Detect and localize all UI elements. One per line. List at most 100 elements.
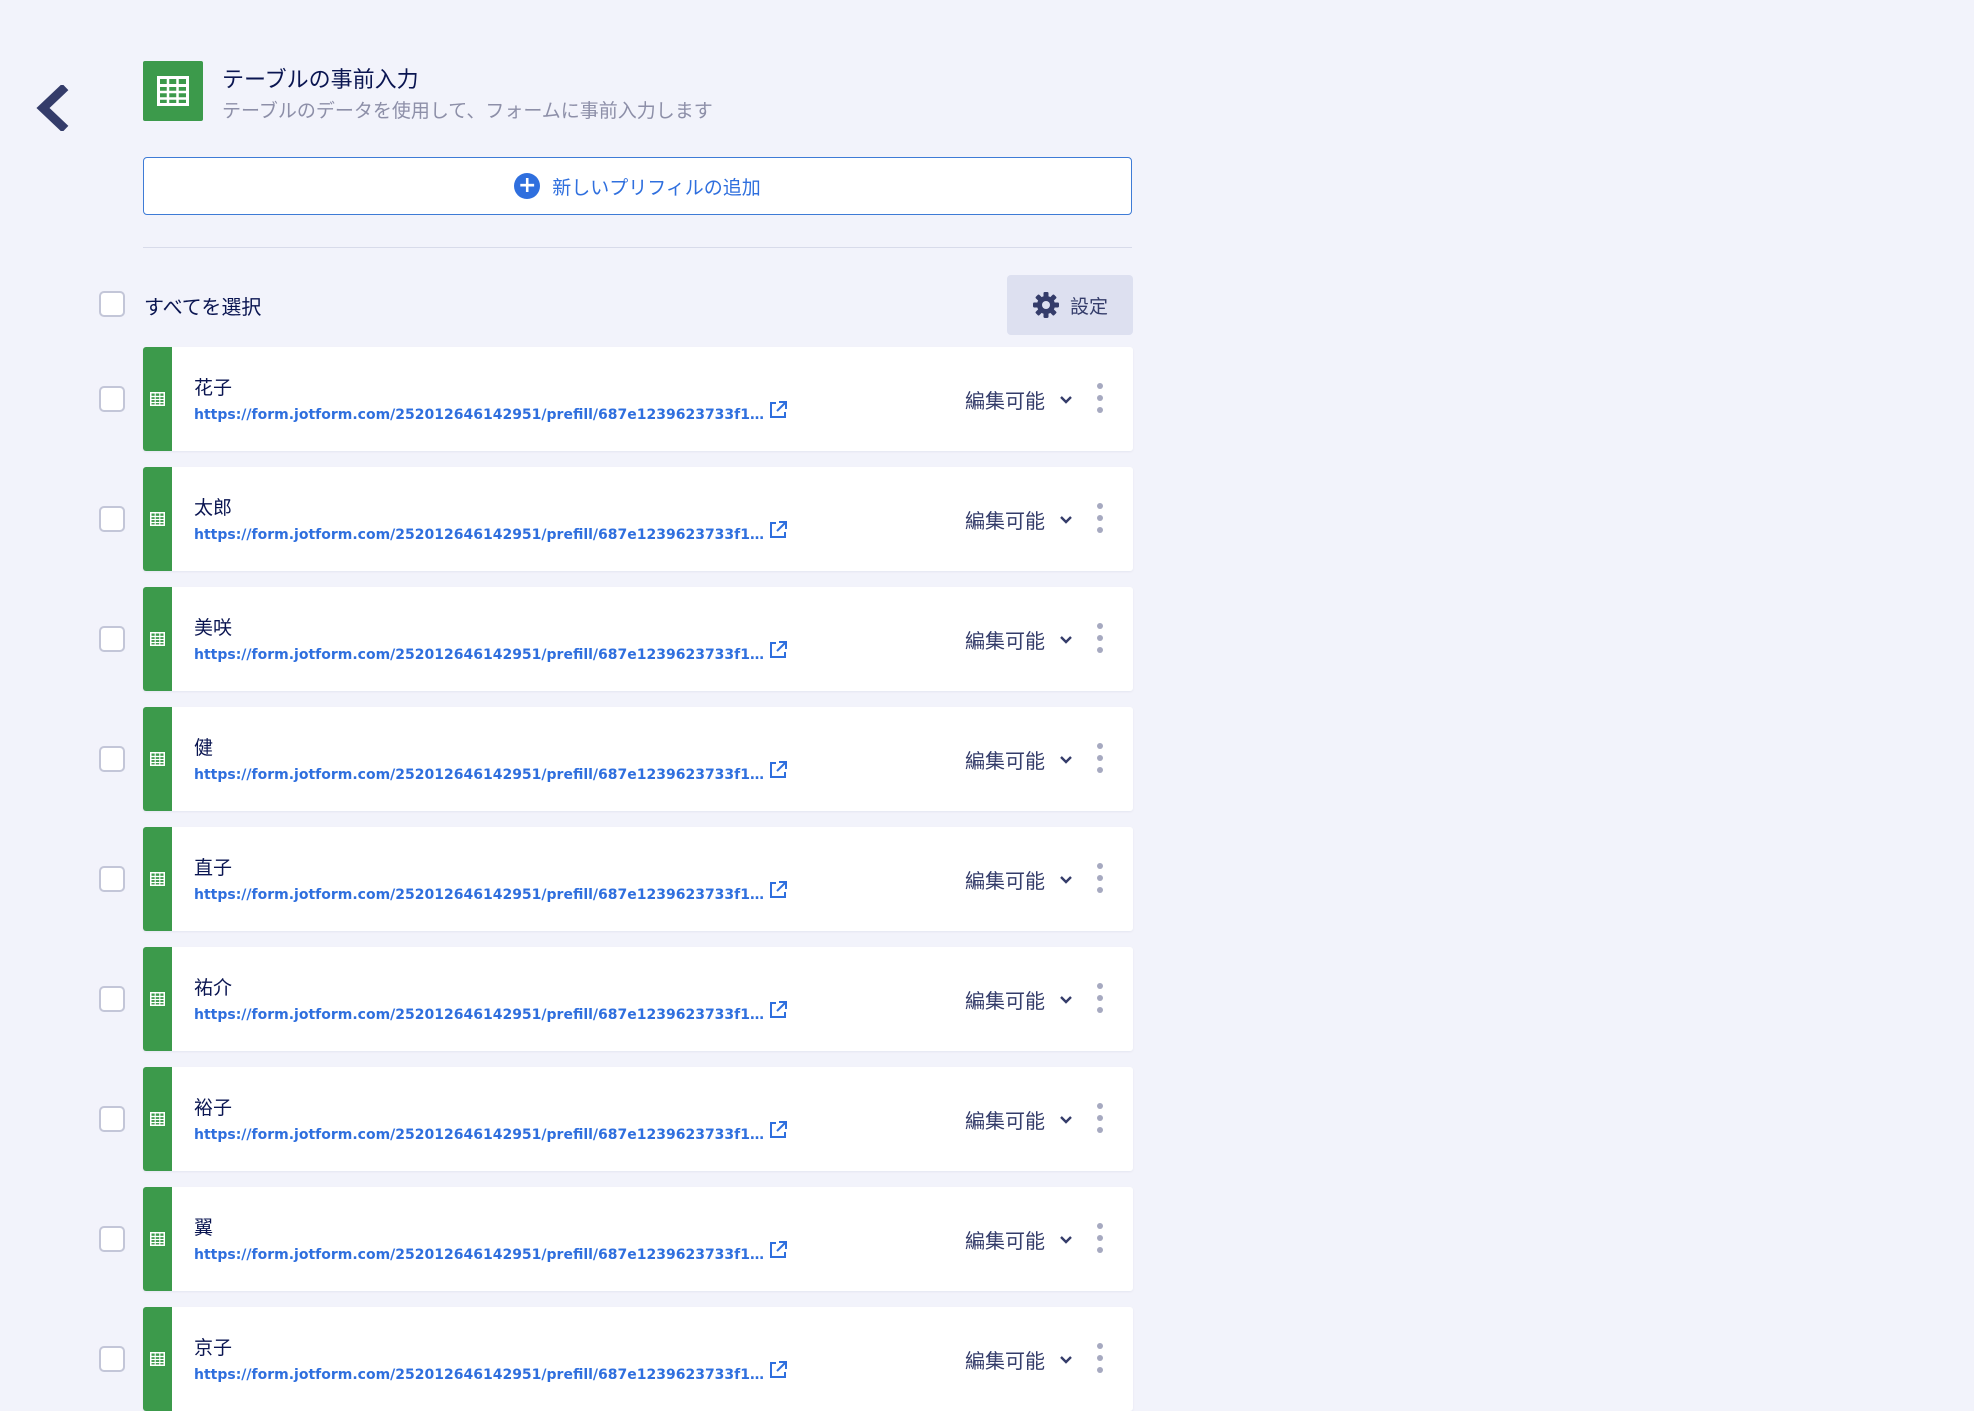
chevron-down-icon (1060, 995, 1072, 1004)
row-checkbox[interactable] (99, 986, 125, 1012)
more-options-icon[interactable] (1093, 863, 1107, 893)
permission-dropdown[interactable]: 編集可能 (965, 385, 1073, 414)
select-all-checkbox[interactable] (99, 291, 125, 317)
row-checkbox[interactable] (99, 746, 125, 772)
prefill-url-link[interactable]: https://form.jotform.com/252012646142951… (194, 647, 768, 663)
prefill-url-link[interactable]: https://form.jotform.com/252012646142951… (194, 527, 768, 543)
prefill-name: 太郎 (194, 497, 233, 519)
external-link-icon[interactable] (767, 759, 789, 781)
prefill-name: 直子 (194, 857, 233, 879)
row-checkbox[interactable] (99, 506, 125, 532)
permission-dropdown[interactable]: 編集可能 (965, 625, 1073, 654)
prefill-url-link[interactable]: https://form.jotform.com/252012646142951… (194, 1007, 768, 1023)
prefill-row[interactable]: 裕子 https://form.jotform.com/252012646142… (143, 1067, 1133, 1171)
prefill-row[interactable]: 美咲 https://form.jotform.com/252012646142… (143, 587, 1133, 691)
permission-dropdown[interactable]: 編集可能 (965, 745, 1073, 774)
page-subtitle: テーブルのデータを使用して、フォームに事前入力します (222, 100, 713, 122)
row-checkbox[interactable] (99, 1226, 125, 1252)
table-icon (143, 1307, 172, 1411)
external-link-icon[interactable] (767, 519, 789, 541)
settings-label: 設定 (1069, 295, 1108, 318)
row-checkbox[interactable] (99, 386, 125, 412)
add-prefill-button[interactable]: + 新しいプリフィルの追加 (143, 157, 1132, 215)
external-link-icon[interactable] (767, 1119, 789, 1141)
prefill-name: 美咲 (194, 617, 233, 639)
table-icon (143, 707, 172, 811)
table-icon (143, 827, 172, 931)
external-link-icon[interactable] (767, 999, 789, 1021)
more-options-icon[interactable] (1093, 383, 1107, 413)
external-link-icon[interactable] (767, 1239, 789, 1261)
prefill-name: 健 (194, 737, 214, 759)
chevron-down-icon (1060, 635, 1072, 644)
prefill-url-link[interactable]: https://form.jotform.com/252012646142951… (194, 887, 768, 903)
table-icon (143, 347, 172, 451)
chevron-down-icon (1060, 515, 1072, 524)
permission-dropdown[interactable]: 編集可能 (965, 865, 1073, 894)
permission-dropdown[interactable]: 編集可能 (965, 1345, 1073, 1374)
prefill-name: 京子 (194, 1337, 233, 1359)
permission-dropdown[interactable]: 編集可能 (965, 985, 1073, 1014)
prefill-url-link[interactable]: https://form.jotform.com/252012646142951… (194, 767, 768, 783)
external-link-icon[interactable] (767, 1359, 789, 1381)
table-icon (143, 1067, 172, 1171)
table-icon (143, 587, 172, 691)
permission-dropdown[interactable]: 編集可能 (965, 1225, 1073, 1254)
permission-dropdown[interactable]: 編集可能 (965, 505, 1073, 534)
more-options-icon[interactable] (1093, 983, 1107, 1013)
chevron-down-icon (1060, 875, 1072, 884)
prefill-url-link[interactable]: https://form.jotform.com/252012646142951… (194, 1127, 768, 1143)
external-link-icon[interactable] (767, 399, 789, 421)
permission-label: 編集可能 (965, 749, 1045, 773)
page-title: テーブルの事前入力 (222, 68, 419, 93)
chevron-down-icon (1060, 755, 1072, 764)
chevron-down-icon (1060, 395, 1072, 404)
prefill-row[interactable]: 祐介 https://form.jotform.com/252012646142… (143, 947, 1133, 1051)
prefill-row[interactable]: 花子 https://form.jotform.com/252012646142… (143, 347, 1133, 451)
table-icon (143, 947, 172, 1051)
select-all-label: すべてを選択 (144, 295, 262, 319)
prefill-row[interactable]: 京子 https://form.jotform.com/252012646142… (143, 1307, 1133, 1411)
chevron-down-icon (1060, 1355, 1072, 1364)
divider (143, 247, 1132, 248)
settings-button[interactable]: 設定 (1007, 275, 1133, 335)
external-link-icon[interactable] (767, 879, 789, 901)
more-options-icon[interactable] (1093, 623, 1107, 653)
more-options-icon[interactable] (1093, 1343, 1107, 1373)
prefill-name: 翼 (194, 1217, 214, 1239)
prefill-url-link[interactable]: https://form.jotform.com/252012646142951… (194, 407, 768, 423)
prefill-row[interactable]: 健 https://form.jotform.com/2520126461429… (143, 707, 1133, 811)
external-link-icon[interactable] (767, 639, 789, 661)
prefill-url-link[interactable]: https://form.jotform.com/252012646142951… (194, 1247, 768, 1263)
prefill-row[interactable]: 太郎 https://form.jotform.com/252012646142… (143, 467, 1133, 571)
table-icon (143, 467, 172, 571)
table-icon (143, 1187, 172, 1291)
row-checkbox[interactable] (99, 866, 125, 892)
table-icon (143, 61, 203, 121)
permission-label: 編集可能 (965, 629, 1045, 653)
prefill-name: 花子 (194, 377, 233, 399)
permission-label: 編集可能 (965, 1109, 1045, 1133)
permission-dropdown[interactable]: 編集可能 (965, 1105, 1073, 1134)
permission-label: 編集可能 (965, 869, 1045, 893)
chevron-down-icon (1060, 1235, 1072, 1244)
permission-label: 編集可能 (965, 1229, 1045, 1253)
prefill-row[interactable]: 直子 https://form.jotform.com/252012646142… (143, 827, 1133, 931)
permission-label: 編集可能 (965, 989, 1045, 1013)
prefill-name: 裕子 (194, 1097, 233, 1119)
more-options-icon[interactable] (1093, 1103, 1107, 1133)
row-checkbox[interactable] (99, 626, 125, 652)
more-options-icon[interactable] (1093, 743, 1107, 773)
add-prefill-label: 新しいプリフィルの追加 (552, 176, 761, 199)
row-checkbox[interactable] (99, 1346, 125, 1372)
more-options-icon[interactable] (1093, 503, 1107, 533)
plus-circle-icon: + (514, 173, 541, 199)
chevron-down-icon (1060, 1115, 1072, 1124)
back-button[interactable] (30, 82, 74, 134)
permission-label: 編集可能 (965, 389, 1045, 413)
permission-label: 編集可能 (965, 1349, 1045, 1373)
prefill-url-link[interactable]: https://form.jotform.com/252012646142951… (194, 1367, 768, 1383)
row-checkbox[interactable] (99, 1106, 125, 1132)
more-options-icon[interactable] (1093, 1223, 1107, 1253)
prefill-row[interactable]: 翼 https://form.jotform.com/2520126461429… (143, 1187, 1133, 1291)
